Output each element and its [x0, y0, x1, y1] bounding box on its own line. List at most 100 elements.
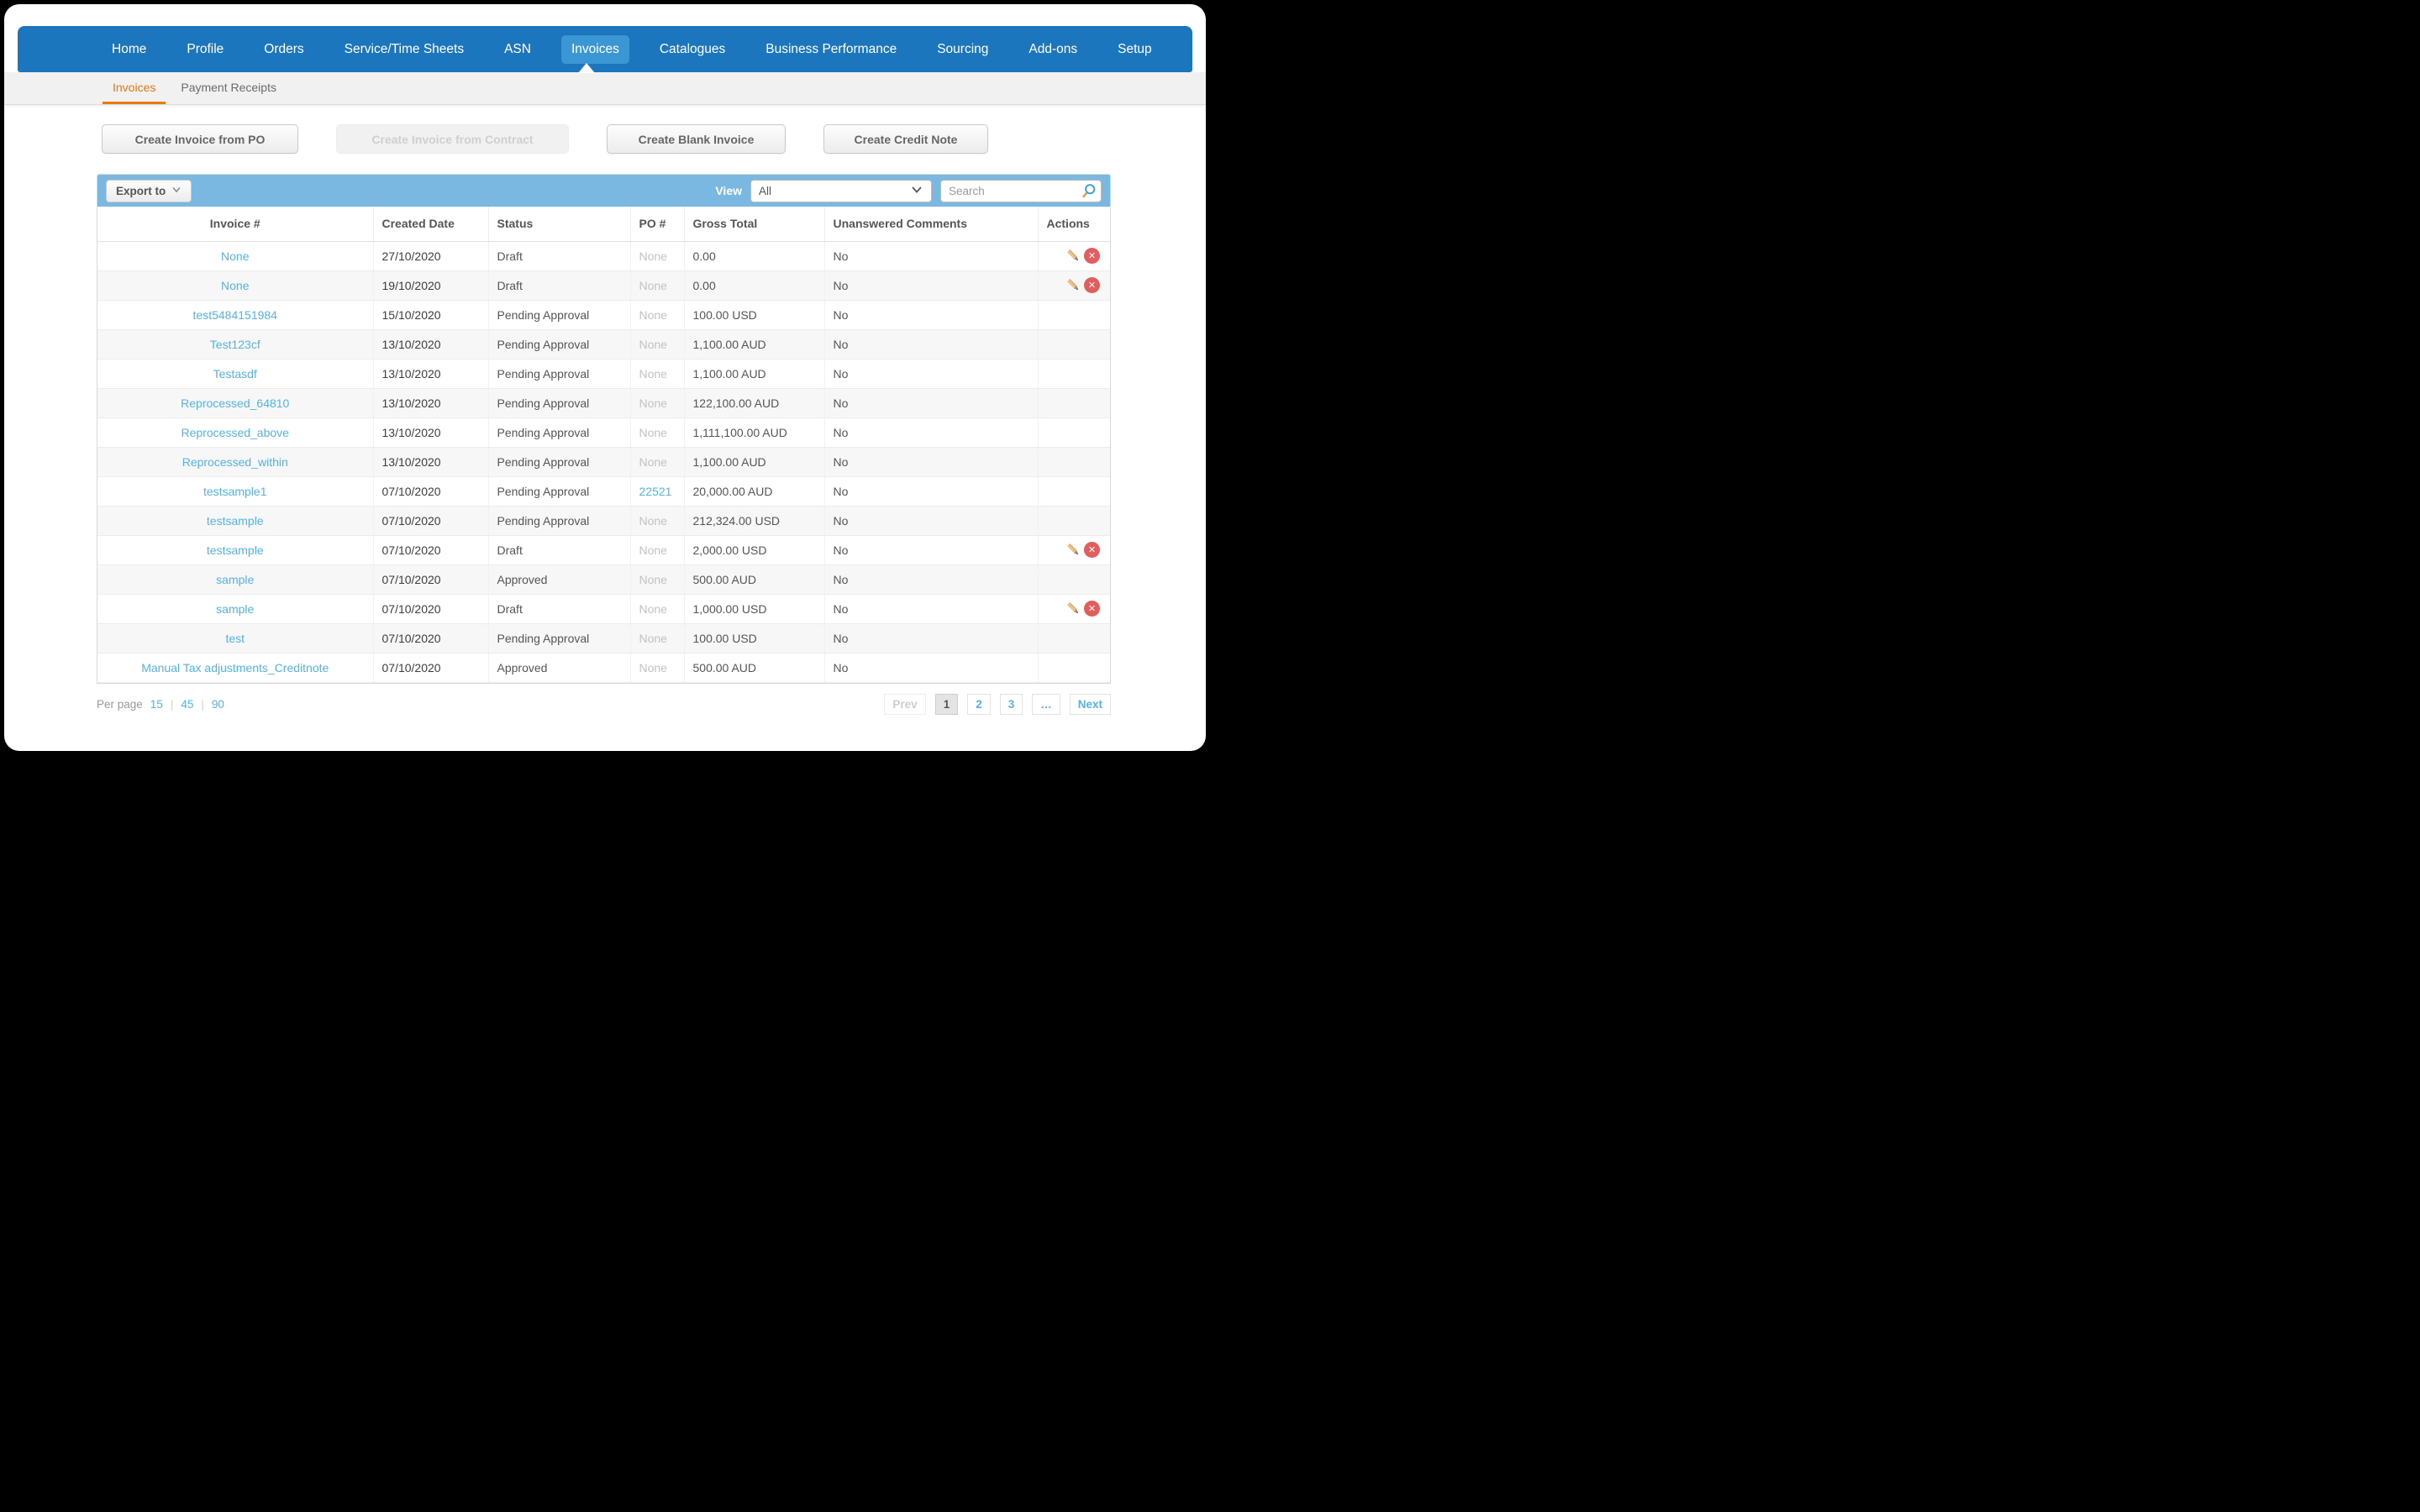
po-none-text: None: [639, 396, 667, 410]
per-page-90-link[interactable]: 90: [212, 698, 224, 711]
cell-date: 27/10/2020: [373, 241, 489, 271]
column-header-invoice: Invoice #: [97, 207, 374, 242]
cell-status: Pending Approval: [488, 417, 631, 448]
edit-invoice-pencil-icon[interactable]: [1065, 601, 1081, 617]
cell-gross: 1,100.00 AUD: [684, 447, 825, 477]
tab-payment-receipts[interactable]: Payment Receipts: [171, 72, 287, 104]
next-page-button[interactable]: Next: [1069, 693, 1111, 715]
cell-actions: ✕: [1038, 270, 1110, 301]
table-row: Testasdf 13/10/2020 Pending Approval None 1,…: [97, 359, 1110, 389]
cell-comments: No: [824, 476, 1039, 507]
delete-invoice-icon[interactable]: ✕: [1084, 542, 1100, 558]
nav-item-asn[interactable]: ASN: [494, 35, 541, 64]
column-header-status: Status: [488, 207, 631, 242]
cell-comments: No: [824, 300, 1039, 330]
po-none-text: None: [639, 454, 667, 469]
per-page-45-link[interactable]: 45: [181, 698, 193, 711]
table-row: testsample 07/10/2020 Draft None 2,000.00 US…: [97, 535, 1110, 565]
nav-item-add-ons[interactable]: Add-ons: [1018, 35, 1087, 64]
delete-invoice-icon[interactable]: ✕: [1084, 601, 1100, 617]
cell-actions: ✕: [1038, 535, 1110, 565]
cell-date: 07/10/2020: [373, 594, 489, 624]
invoice-link[interactable]: testsample: [207, 514, 264, 528]
nav-item-catalogues[interactable]: Catalogues: [650, 35, 735, 64]
invoice-link[interactable]: Reprocessed_64810: [181, 396, 289, 410]
delete-invoice-icon[interactable]: ✕: [1084, 248, 1100, 264]
cell-status: Pending Approval: [488, 506, 631, 536]
edit-invoice-pencil-icon[interactable]: [1065, 248, 1081, 264]
cell-gross: 100.00 USD: [684, 623, 825, 654]
nav-item-profile[interactable]: Profile: [176, 35, 234, 64]
create-credit-note-button[interactable]: Create Credit Note: [823, 124, 988, 154]
po-none-text: None: [639, 601, 667, 616]
page-2-button[interactable]: 2: [967, 693, 991, 715]
cell-date: 07/10/2020: [373, 564, 489, 595]
edit-invoice-pencil-icon[interactable]: [1065, 542, 1081, 558]
cell-comments: No: [824, 417, 1039, 448]
cell-date: 07/10/2020: [373, 506, 489, 536]
cell-gross: 0.00: [684, 241, 825, 271]
cell-gross: 500.00 AUD: [684, 653, 825, 683]
column-header-po: PO #: [630, 207, 685, 242]
tab-invoices[interactable]: Invoices: [103, 72, 166, 104]
nav-item-sourcing[interactable]: Sourcing: [927, 35, 998, 64]
table-row: sample 07/10/2020 Approved None 500.00 AUD No: [97, 564, 1110, 595]
invoice-link[interactable]: Reprocessed_within: [182, 455, 288, 469]
invoice-link[interactable]: test: [225, 632, 245, 645]
nav-item-business-performance[interactable]: Business Performance: [755, 35, 907, 64]
invoice-link[interactable]: testsample1: [203, 485, 266, 498]
invoice-link[interactable]: sample: [216, 573, 254, 586]
cell-status: Draft: [488, 241, 631, 271]
cell-comments: No: [824, 535, 1039, 565]
create-blank-invoice-button[interactable]: Create Blank Invoice: [607, 124, 786, 154]
cell-actions: [1038, 653, 1110, 683]
per-page-15-link[interactable]: 15: [150, 698, 163, 711]
view-select-value: All: [759, 184, 772, 197]
nav-item-home[interactable]: Home: [102, 35, 156, 64]
po-link[interactable]: 22521: [639, 485, 672, 498]
edit-invoice-pencil-icon[interactable]: [1065, 277, 1081, 293]
cell-actions: [1038, 564, 1110, 595]
cell-actions: [1038, 623, 1110, 654]
page-3-button[interactable]: 3: [999, 693, 1023, 715]
table-row: Reprocessed_above 13/10/2020 Pending Appro…: [97, 417, 1110, 448]
invoice-link[interactable]: None: [221, 249, 249, 263]
create-invoice-from-po-button[interactable]: Create Invoice from PO: [102, 124, 298, 154]
po-none-text: None: [639, 307, 667, 322]
cell-gross: 1,000.00 USD: [684, 594, 825, 624]
cell-status: Approved: [488, 564, 631, 595]
table-body: None 27/10/2020 Draft None 0.00 No ✕ None 19/10/…: [97, 241, 1110, 683]
cell-actions: [1038, 359, 1110, 389]
invoices-table: Invoice # Created Date Status PO # Gross Tot…: [97, 207, 1110, 683]
po-none-text: None: [639, 660, 667, 675]
search-icon[interactable]: [1080, 182, 1097, 204]
po-none-text: None: [639, 631, 667, 645]
po-none-text: None: [639, 337, 667, 351]
chevron-down-icon: [171, 185, 182, 197]
cell-comments: No: [824, 241, 1039, 271]
more-pages-button[interactable]: …: [1032, 693, 1060, 715]
delete-invoice-icon[interactable]: ✕: [1084, 277, 1100, 293]
invoice-link[interactable]: Manual Tax adjustments_Creditnote: [141, 661, 329, 675]
nav-item-orders[interactable]: Orders: [254, 35, 313, 64]
table-row: testsample1 07/10/2020 Pending Approval 225…: [97, 476, 1110, 507]
toolbar-right: View All: [715, 179, 1102, 204]
nav-item-setup[interactable]: Setup: [1107, 35, 1162, 64]
nav-item-invoices[interactable]: Invoices: [560, 34, 629, 64]
search-input[interactable]: [940, 179, 1102, 202]
invoice-link[interactable]: testsample: [207, 543, 264, 557]
po-none-text: None: [639, 572, 667, 586]
invoice-link[interactable]: sample: [216, 602, 254, 616]
po-none-text: None: [639, 513, 667, 528]
invoice-link[interactable]: Test123cf: [210, 338, 260, 351]
invoice-link[interactable]: test5484151984: [193, 308, 277, 322]
cell-date: 07/10/2020: [373, 476, 489, 507]
table-row: Reprocessed_within 13/10/2020 Pending Appr…: [97, 447, 1110, 477]
export-to-button[interactable]: Export to: [106, 179, 192, 202]
invoice-link[interactable]: Reprocessed_above: [182, 426, 289, 439]
invoice-link[interactable]: None: [221, 279, 249, 292]
cell-gross: 1,111,100.00 AUD: [684, 417, 825, 448]
view-select[interactable]: All: [750, 179, 932, 202]
nav-item-service-time-sheets[interactable]: Service/Time Sheets: [334, 35, 474, 64]
invoice-link[interactable]: Testasdf: [213, 367, 257, 381]
